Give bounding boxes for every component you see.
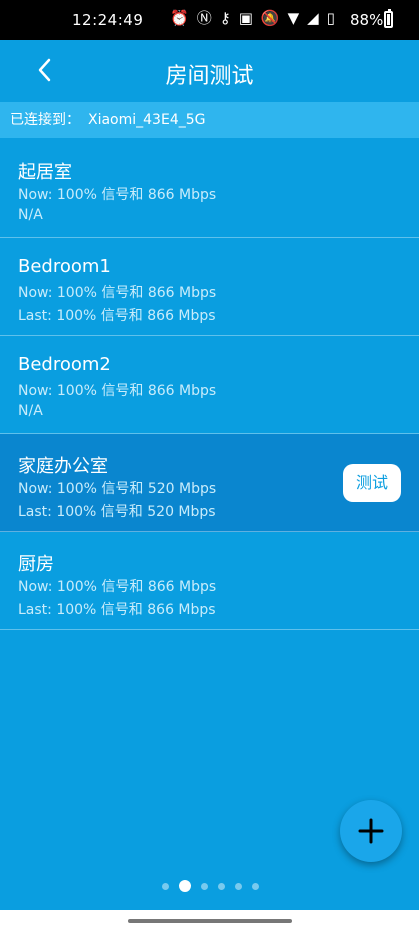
room-now-stat: Now: 100% 信号和 866 Mbps <box>18 579 217 595</box>
app-bar: 房间测试 <box>0 40 419 102</box>
room-last-stat: N/A <box>18 207 43 223</box>
room-name: 家庭办公室 <box>18 456 108 477</box>
room-name: 厨房 <box>18 554 54 575</box>
page-dot[interactable] <box>201 882 208 890</box>
wifi-icon: ▼ <box>287 9 300 27</box>
room-now-stat: Now: 100% 信号和 866 Mbps <box>18 187 217 203</box>
add-room-button[interactable] <box>340 800 402 862</box>
connection-ssid: Xiaomi_43E4_5G <box>88 112 206 128</box>
page-dot[interactable] <box>162 882 169 890</box>
test-button[interactable]: 测试 <box>343 464 401 502</box>
room-name: Bedroom1 <box>18 256 111 277</box>
room-now-stat: Now: 100% 信号和 866 Mbps <box>18 383 217 399</box>
page-dot[interactable] <box>252 882 259 890</box>
room-now-stat: Now: 100% 信号和 866 Mbps <box>18 285 217 301</box>
room-item-kitchen[interactable]: 厨房 Now: 100% 信号和 866 Mbps Last: 100% 信号和… <box>0 532 419 630</box>
nfc-icon: Ⓝ <box>196 9 212 27</box>
no-sim-icon: ▯ <box>326 9 335 27</box>
mute-icon: 🔕 <box>260 9 280 27</box>
room-list: 起居室 Now: 100% 信号和 866 Mbps N/A Bedroom1 … <box>0 140 419 630</box>
page-indicator <box>162 880 259 892</box>
system-nav-bar <box>0 910 419 931</box>
status-icons: ⏰ Ⓝ ⚷ ▣ 🔕 ▼ ◢ ▯ <box>170 9 335 27</box>
alarm-icon: ⏰ <box>170 9 189 27</box>
page-dot-active[interactable] <box>179 880 191 892</box>
room-item-home-office[interactable]: 家庭办公室 Now: 100% 信号和 520 Mbps Last: 100% … <box>0 434 419 532</box>
page-dot[interactable] <box>218 882 225 890</box>
room-last-stat: Last: 100% 信号和 866 Mbps <box>18 602 216 618</box>
status-time: 12:24:49 <box>72 11 144 29</box>
room-item-living-room[interactable]: 起居室 Now: 100% 信号和 866 Mbps N/A <box>0 140 419 238</box>
page-title: 房间测试 <box>165 64 254 89</box>
plus-icon <box>358 818 384 844</box>
room-name: 起居室 <box>18 162 72 183</box>
room-item-bedroom1[interactable]: Bedroom1 Now: 100% 信号和 866 Mbps Last: 10… <box>0 238 419 336</box>
room-last-stat: Last: 100% 信号和 520 Mbps <box>18 504 216 520</box>
signal-icon: ◢ <box>307 9 319 27</box>
key-icon: ⚷ <box>219 9 231 27</box>
room-last-stat: Last: 100% 信号和 866 Mbps <box>18 308 216 324</box>
room-item-bedroom2[interactable]: Bedroom2 Now: 100% 信号和 866 Mbps N/A <box>0 336 419 434</box>
room-now-stat: Now: 100% 信号和 520 Mbps <box>18 481 217 497</box>
volte-icon: ▣ <box>238 9 253 27</box>
room-last-stat: N/A <box>18 403 43 419</box>
battery-percent: 88% <box>350 11 384 29</box>
status-bar: 12:24:49 ⏰ Ⓝ ⚷ ▣ 🔕 ▼ ◢ ▯ 88% <box>0 0 419 40</box>
page-dot[interactable] <box>235 882 242 890</box>
battery-icon <box>384 9 393 28</box>
home-gesture-handle[interactable] <box>128 919 292 923</box>
connection-label: 已连接到： <box>10 112 80 128</box>
connection-banner: 已连接到： Xiaomi_43E4_5G <box>0 102 419 138</box>
room-name: Bedroom2 <box>18 354 111 375</box>
